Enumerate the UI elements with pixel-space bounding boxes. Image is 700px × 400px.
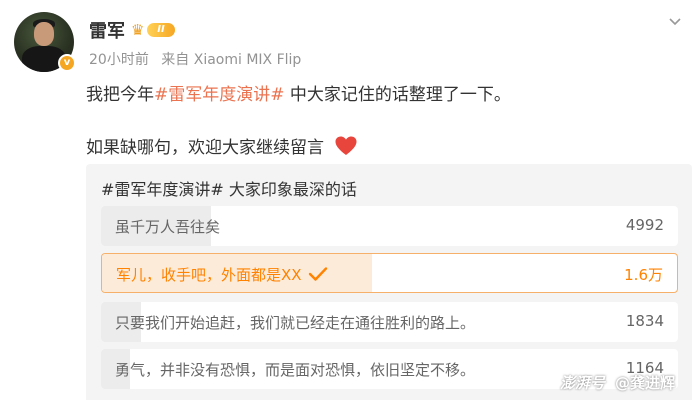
poll-option-selected[interactable]: 军儿，收手吧，外面都是XX 1.6万 <box>101 253 678 293</box>
post-text-line-2: 如果缺哪句，欢迎大家继续留言 <box>86 133 357 158</box>
post-text-line-1: 我把今年#雷军年度演讲# 中大家记住的话整理了一下。 <box>86 80 511 105</box>
poll-option-label: 勇气，并非没有恐惧，而是面对恐惧，依旧坚定不移。 <box>115 361 476 379</box>
poll-title: #雷军年度演讲# 大家印象最深的话 <box>101 180 357 199</box>
post-source: 来自 Xiaomi MIX Flip <box>161 52 302 68</box>
poll-option-text: 军儿，收手吧，外面都是XX <box>116 266 302 284</box>
poll-option[interactable]: 只要我们开始追赶，我们就已经走在通往胜利的路上。 1834 <box>101 302 678 342</box>
post-meta: 20小时前 来自 Xiaomi MIX Flip <box>89 49 309 69</box>
post-time[interactable]: 20小时前 <box>89 52 149 68</box>
topic-link[interactable]: #雷军年度演讲# <box>154 85 285 105</box>
poll-option-count: 1.6万 <box>624 266 663 284</box>
verified-icon: v <box>58 54 76 72</box>
vip-level: II <box>147 23 175 37</box>
poll-option-count: 1834 <box>625 312 664 330</box>
post-header: v 雷军 ♛ II 20小时前 来自 Xiaomi MIX Flip <box>14 12 686 74</box>
poll-option-label: 虽千万人吾往矣 <box>115 218 221 236</box>
poll-option-label: 只要我们开始追赶，我们就已经走在通往胜利的路上。 <box>115 314 476 332</box>
vip-badge[interactable]: ♛ II <box>131 21 177 39</box>
post-text-prefix: 我把今年 <box>86 85 154 105</box>
heart-icon <box>335 136 357 155</box>
poll-option-label: 军儿，收手吧，外面都是XX <box>116 264 328 285</box>
post-text-line2: 如果缺哪句，欢迎大家继续留言 <box>86 138 324 158</box>
author-name[interactable]: 雷军 <box>89 17 125 43</box>
poll-option-count: 4992 <box>625 216 664 234</box>
watermark-handle: @龚进辉 <box>615 374 676 392</box>
poll-option[interactable]: 虽千万人吾往矣 4992 <box>101 206 678 246</box>
chevron-down-icon[interactable] <box>668 14 682 28</box>
checkmark-icon <box>308 267 327 281</box>
poll-card: #雷军年度演讲# 大家印象最深的话 虽千万人吾往矣 4992 军儿，收手吧，外面… <box>86 164 692 400</box>
watermark-logo: 澎湃号 <box>560 374 606 392</box>
watermark: 澎湃号 @龚进辉 <box>560 372 675 393</box>
post-text-suffix: 中大家记住的话整理了一下。 <box>284 85 511 105</box>
